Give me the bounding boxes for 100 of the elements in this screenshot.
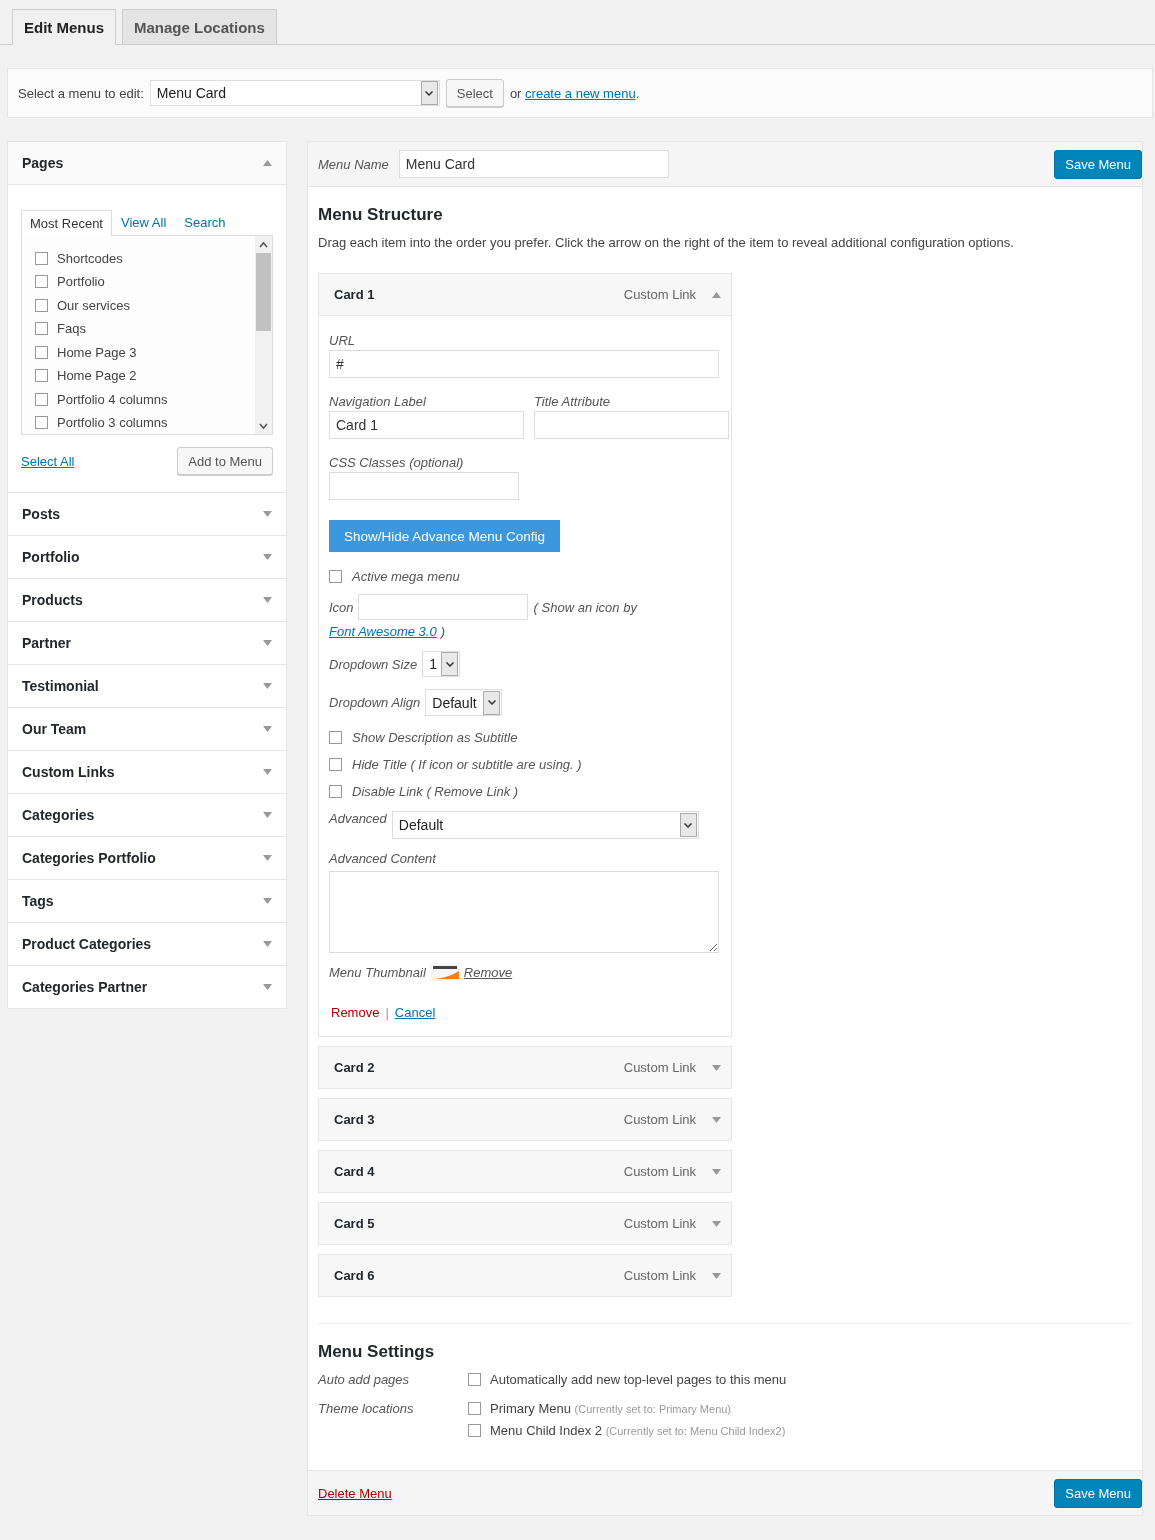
checkbox[interactable] [35,275,48,288]
dropdown-align-label: Dropdown Align [329,695,421,710]
expand-arrow-icon[interactable] [263,554,272,560]
page-label: Shortcodes [57,250,123,266]
checkbox[interactable] [35,369,48,382]
accordion-header[interactable]: Products [8,579,286,621]
nav-tab[interactable]: Edit Menus [12,9,116,45]
accordion-header[interactable]: Custom Links [8,751,286,793]
checkbox[interactable] [35,416,48,429]
expand-arrow-icon[interactable] [263,941,272,947]
advanced-select[interactable]: Default [391,811,699,839]
accordion-header[interactable]: Posts [8,493,286,535]
select-all-link[interactable]: Select All [21,453,75,469]
navigation-label-field[interactable]: Card 1 [329,411,524,439]
page-label: Our services [57,297,130,313]
checkbox[interactable] [329,758,342,771]
accordion-header[interactable]: Tags [8,880,286,922]
expand-arrow-icon[interactable] [712,1064,721,1071]
font-awesome-link[interactable]: Font Awesome 3.0 [329,624,437,639]
select-button[interactable]: Select [445,79,504,107]
expand-arrow-icon[interactable] [263,984,272,990]
checkbox[interactable] [468,1373,481,1386]
accordion-header[interactable]: Categories Partner [8,966,286,1008]
nav-tab[interactable]: Manage Locations [122,9,277,44]
checkbox[interactable] [329,570,342,583]
remove-link[interactable]: Remove [331,1005,380,1020]
expand-arrow-icon[interactable] [263,812,272,818]
accordion-header[interactable]: Categories Portfolio [8,837,286,879]
checkbox[interactable] [35,392,48,406]
add-to-menu-button[interactable]: Add to Menu [177,447,273,475]
checkbox[interactable] [35,322,48,335]
page-label: Faqs [57,321,86,336]
setting-label: Auto add pages [318,1372,411,1387]
checkbox[interactable] [468,1402,481,1415]
delete-menu-link[interactable]: Delete Menu [318,1485,392,1501]
item-type: Custom Link [623,1268,696,1283]
dropdown-size-select[interactable]: 1 [422,651,461,677]
thumbnail-image [429,963,460,981]
icon-field[interactable] [357,594,528,620]
accordion-header[interactable]: Pages [8,142,286,185]
menu-item-header[interactable]: Card 5 Custom Link [319,1203,731,1244]
select-menu-label: Select a menu to edit: [18,85,144,101]
menu-select[interactable]: Menu Card [149,80,440,106]
accordion-header[interactable]: Portfolio [8,536,286,578]
menu-item-header[interactable]: Card 3 Custom Link [319,1099,731,1140]
page-label: Home Page 3 [57,344,137,360]
scrollbar[interactable] [255,236,272,434]
save-menu-button[interactable]: Save Menu [1054,1478,1142,1508]
expand-arrow-icon[interactable] [712,1220,721,1227]
menu-item-header[interactable]: Card 6 Custom Link [319,1255,731,1296]
item-type: Custom Link [623,1060,696,1075]
advanced-content-field[interactable] [329,871,719,953]
expand-arrow-icon[interactable] [263,683,272,689]
expand-arrow-icon[interactable] [263,640,272,646]
save-menu-button[interactable]: Save Menu [1054,149,1142,179]
expand-arrow-icon[interactable] [712,1272,721,1279]
page-label: Home Page 2 [57,368,137,383]
checkbox[interactable] [329,785,342,798]
collapse-arrow-icon[interactable] [712,291,721,298]
menu-name-field[interactable]: Menu Card [398,150,669,178]
title-attribute-label: Title Attribute [534,394,611,409]
css-classes-label: CSS Classes (optional) [329,455,465,470]
checkbox[interactable] [329,731,342,744]
expand-arrow-icon[interactable] [263,769,272,775]
accordion-header[interactable]: Product Categories [8,923,286,965]
menu-thumbnail-label: Menu Thumbnail [329,964,426,980]
checkbox[interactable] [468,1424,481,1437]
title-attribute-field[interactable] [534,411,729,439]
panel-tab[interactable]: Most Recent [21,210,112,236]
menu-item-header[interactable]: Card 4 Custom Link [319,1151,731,1192]
advanced-label: Advanced [329,811,387,826]
expand-arrow-icon[interactable] [712,1116,721,1123]
checkbox[interactable] [35,345,48,359]
expand-arrow-icon[interactable] [263,855,272,861]
panel-tab[interactable]: View All [112,209,176,235]
url-field[interactable]: # [329,350,719,378]
expand-arrow-icon[interactable] [263,726,272,732]
expand-arrow-icon[interactable] [263,597,272,603]
menu-item-header[interactable]: Card 2 Custom Link [319,1047,731,1088]
accordion-header[interactable]: Partner [8,622,286,664]
css-classes-field[interactable] [329,472,519,500]
accordion-header[interactable]: Testimonial [8,665,286,707]
create-menu-link[interactable]: create a new menu [525,85,636,101]
panel-tab[interactable]: Search [175,209,235,235]
dropdown-align-select[interactable]: Default [425,689,503,716]
checkbox[interactable] [35,298,48,312]
section-title: Partner [22,635,72,651]
icon-label: Icon [329,599,354,615]
menu-item-header[interactable]: Card 1 Custom Link [319,274,731,315]
expand-arrow-icon[interactable] [712,1168,721,1175]
section-title: Categories Partner [22,979,148,995]
cancel-link[interactable]: Cancel [394,1005,436,1020]
accordion-header[interactable]: Our Team [8,708,286,750]
accordion-header[interactable]: Categories [8,794,286,836]
collapse-arrow-icon[interactable] [263,160,272,166]
remove-thumbnail-link[interactable]: Remove [463,964,513,980]
expand-arrow-icon[interactable] [263,898,272,904]
checkbox[interactable] [35,251,48,265]
expand-arrow-icon[interactable] [263,511,272,517]
setting-label: Theme locations [318,1401,415,1418]
